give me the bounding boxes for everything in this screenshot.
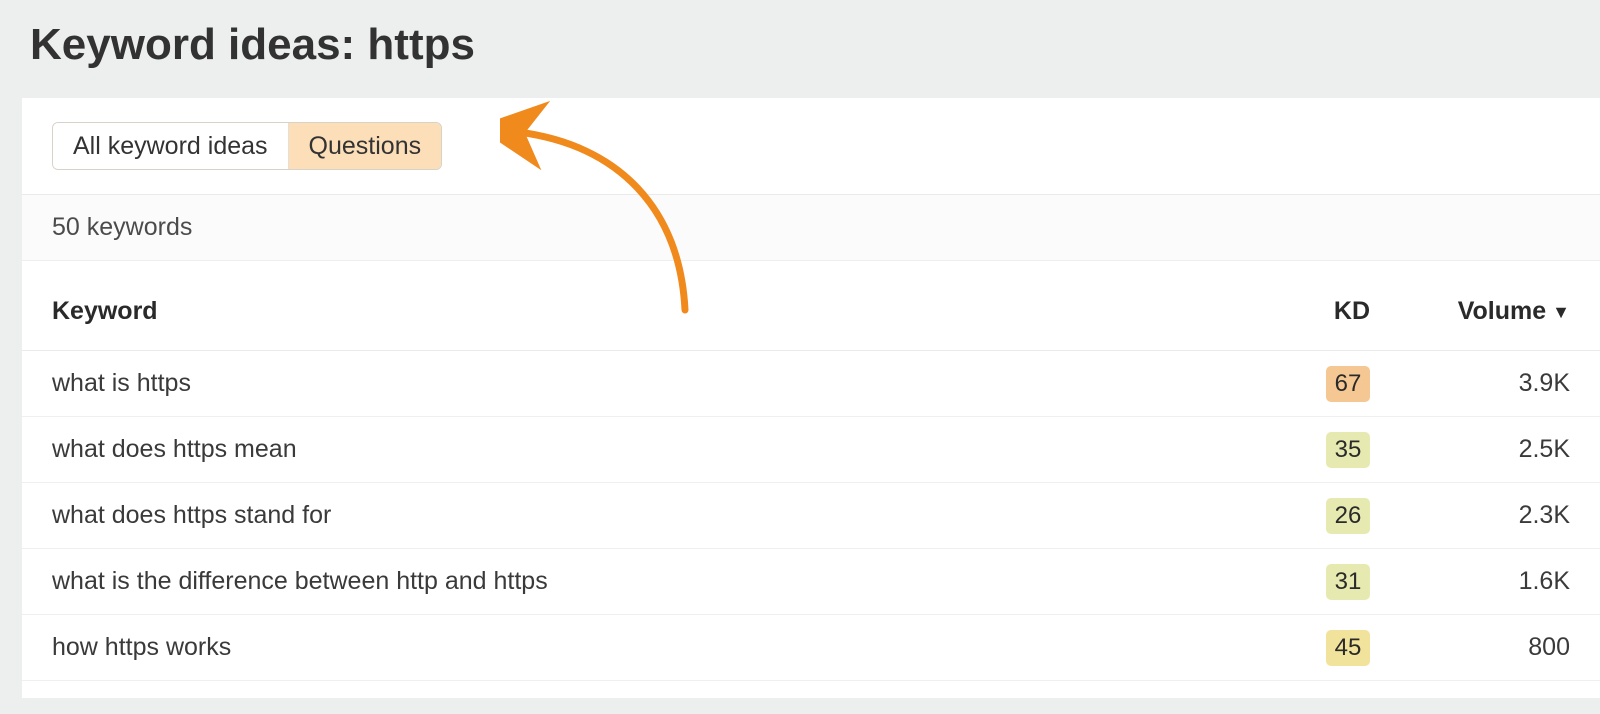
keyword-count: 50 keywords [22,195,1600,261]
page-root: Keyword ideas: https All keyword ideas Q… [0,0,1600,698]
table-header: Keyword KD Volume ▼ [22,273,1600,351]
cell-keyword: what is the difference between http and … [52,567,1250,596]
column-header-volume-label: Volume [1458,297,1546,325]
cell-kd: 67 [1250,366,1370,402]
kd-badge: 45 [1326,630,1370,666]
table-row[interactable]: what is https 673.9K [22,351,1600,417]
cell-volume: 800 [1370,633,1570,662]
tab-questions[interactable]: Questions [288,123,442,169]
kd-badge: 35 [1326,432,1370,468]
cell-keyword: what does https stand for [52,501,1250,530]
kd-badge: 67 [1326,366,1370,402]
table-row[interactable]: what is the difference between http and … [22,549,1600,615]
column-header-kd[interactable]: KD [1250,297,1370,326]
kd-badge: 31 [1326,564,1370,600]
table-row[interactable]: how https works 45800 [22,615,1600,681]
cell-volume: 3.9K [1370,369,1570,398]
sort-desc-icon: ▼ [1552,302,1570,323]
cell-volume: 2.3K [1370,501,1570,530]
tabs-row: All keyword ideas Questions [22,98,1600,195]
tab-all-keyword-ideas[interactable]: All keyword ideas [53,123,288,169]
column-header-keyword[interactable]: Keyword [52,297,1250,326]
cell-kd: 26 [1250,498,1370,534]
kd-badge: 26 [1326,498,1370,534]
cell-volume: 2.5K [1370,435,1570,464]
column-header-volume[interactable]: Volume ▼ [1370,297,1570,326]
results-panel: All keyword ideas Questions 50 keywords … [22,98,1600,698]
keyword-table: Keyword KD Volume▼ what is https673.9Kwh… [22,273,1600,681]
cell-keyword: what is https [52,369,1250,398]
table-body: what is https 673.9K what does https mean 3… [22,351,1600,681]
cell-kd: 35 [1250,432,1370,468]
cell-kd: 45 [1250,630,1370,666]
cell-volume: 1.6K [1370,567,1570,596]
table-row[interactable]: what does https mean 352.5K [22,417,1600,483]
cell-kd: 31 [1250,564,1370,600]
tab-segmented-control: All keyword ideas Questions [52,122,442,170]
table-row[interactable]: what does https stand for 262.3K [22,483,1600,549]
page-title: Keyword ideas: https [0,20,1600,98]
cell-keyword: how https works [52,633,1250,662]
cell-keyword: what does https mean [52,435,1250,464]
